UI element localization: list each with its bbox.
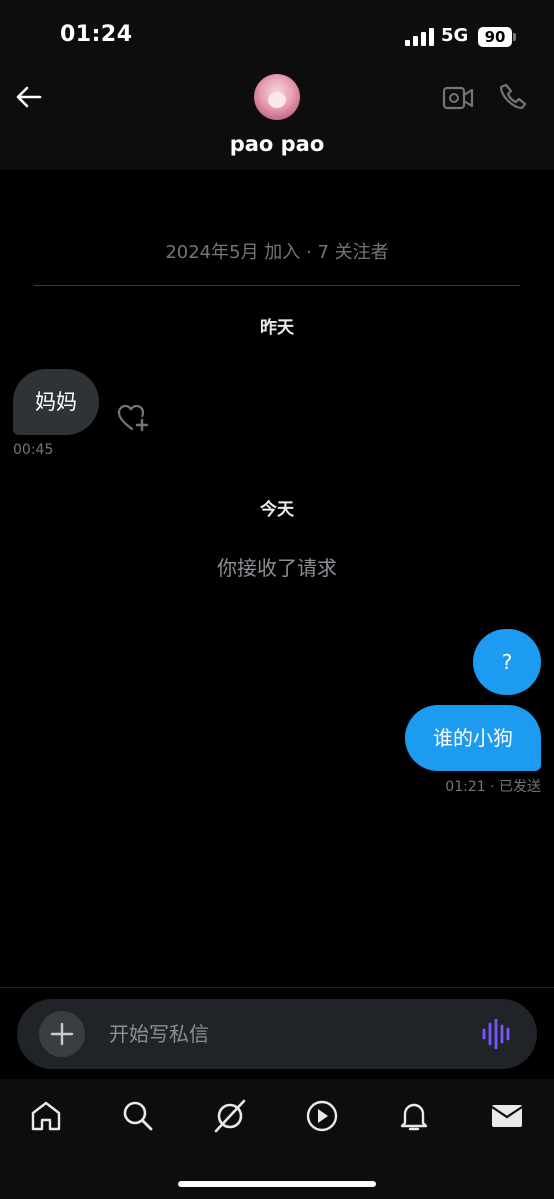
search-icon[interactable] bbox=[121, 1099, 155, 1133]
join-info: 2024年5月 加入 · 7 关注者 bbox=[165, 242, 389, 263]
battery-tip bbox=[513, 33, 516, 41]
battery-icon: 90 bbox=[478, 27, 512, 47]
play-icon[interactable] bbox=[305, 1099, 339, 1133]
phone-icon[interactable] bbox=[498, 82, 528, 112]
home-icon[interactable] bbox=[29, 1099, 63, 1133]
composer-divider bbox=[0, 987, 554, 988]
contact-name[interactable]: pao pao bbox=[0, 132, 554, 156]
network-label: 5G bbox=[441, 25, 469, 46]
outgoing-status: 01:21 · 已发送 bbox=[445, 779, 541, 795]
plus-icon[interactable] bbox=[39, 1011, 85, 1057]
status-bar: 01:24 5G 90 bbox=[0, 0, 554, 68]
incoming-timestamp: 00:45 bbox=[13, 442, 54, 458]
voice-wave-icon[interactable] bbox=[481, 1018, 513, 1050]
home-indicator bbox=[178, 1181, 376, 1187]
date-separator-today: 今天 bbox=[260, 500, 294, 520]
status-time: 01:24 bbox=[60, 22, 133, 47]
back-arrow-icon[interactable] bbox=[14, 82, 44, 112]
incoming-message[interactable]: 妈妈 bbox=[13, 369, 99, 435]
grok-icon[interactable] bbox=[213, 1099, 247, 1133]
heart-plus-icon[interactable] bbox=[116, 402, 150, 434]
avatar[interactable] bbox=[254, 74, 300, 120]
message-input[interactable] bbox=[109, 999, 449, 1069]
message-composer bbox=[17, 999, 537, 1069]
outgoing-message[interactable]: ? bbox=[473, 629, 541, 695]
video-call-icon[interactable] bbox=[442, 84, 474, 112]
outgoing-message[interactable]: 谁的小狗 bbox=[405, 705, 541, 771]
signal-icon bbox=[405, 28, 435, 46]
chat-header: pao pao bbox=[0, 68, 554, 170]
bell-icon[interactable] bbox=[397, 1099, 431, 1133]
mail-icon[interactable] bbox=[490, 1099, 524, 1133]
request-accepted-note: 你接收了请求 bbox=[217, 556, 337, 580]
divider bbox=[34, 285, 520, 286]
date-separator-yesterday: 昨天 bbox=[260, 318, 294, 338]
